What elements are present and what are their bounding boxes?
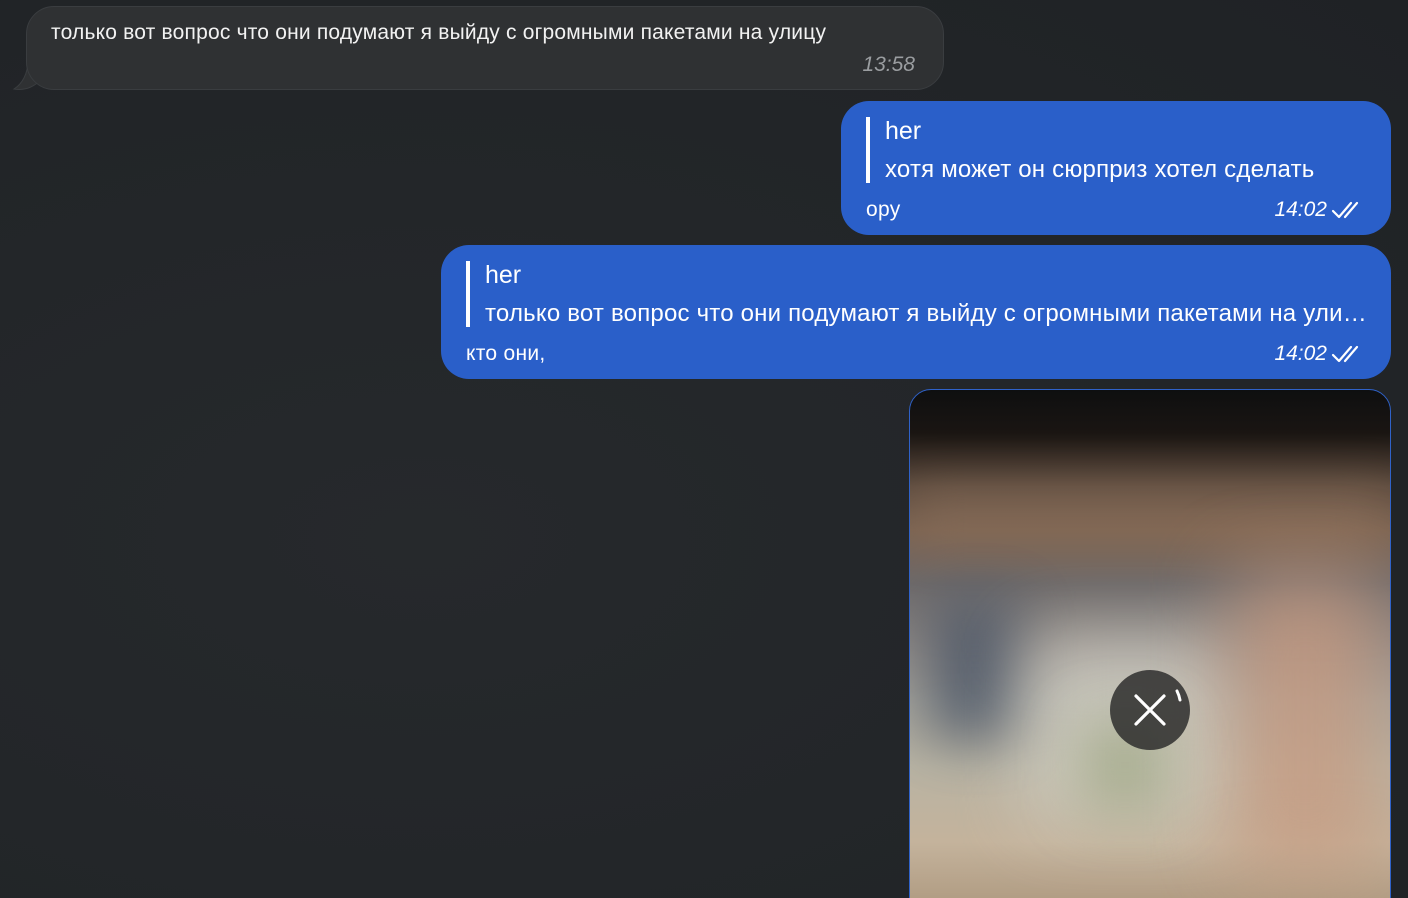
double-check-icon [1331,201,1359,219]
reply-quote[interactable]: her хотя может он сюрприз хотел сделать [866,117,1367,183]
media-blur [910,490,1390,550]
reply-text: только вот вопрос что они подумают я вый… [485,300,1367,327]
message-text: ору [866,198,901,221]
reply-text: хотя может он сюрприз хотел сделать [885,156,1315,183]
reply-author: her [485,261,522,289]
double-check-icon [1331,345,1359,363]
media-blur [930,600,1020,740]
outgoing-message[interactable]: her только вот вопрос что они подумают я… [441,245,1391,379]
close-icon [1134,689,1182,726]
reply-author: her [885,117,922,145]
outgoing-message[interactable]: her хотя может он сюрприз хотел сделать … [841,101,1391,235]
incoming-message[interactable]: только вот вопрос что они подумают я вый… [26,6,944,90]
message-time: 13:58 [862,53,915,76]
reply-quote[interactable]: her только вот вопрос что они подумают я… [466,261,1367,327]
message-text: кто они, [466,342,546,365]
cancel-upload-button[interactable] [1110,670,1190,750]
media-message[interactable] [909,389,1391,898]
message-text: только вот вопрос что они подумают я вый… [51,21,827,44]
media-blur [1230,570,1380,870]
message-time: 14:02 [1274,198,1327,221]
message-time: 14:02 [1274,342,1327,365]
chat-area: только вот вопрос что они подумают я вый… [0,0,1408,898]
